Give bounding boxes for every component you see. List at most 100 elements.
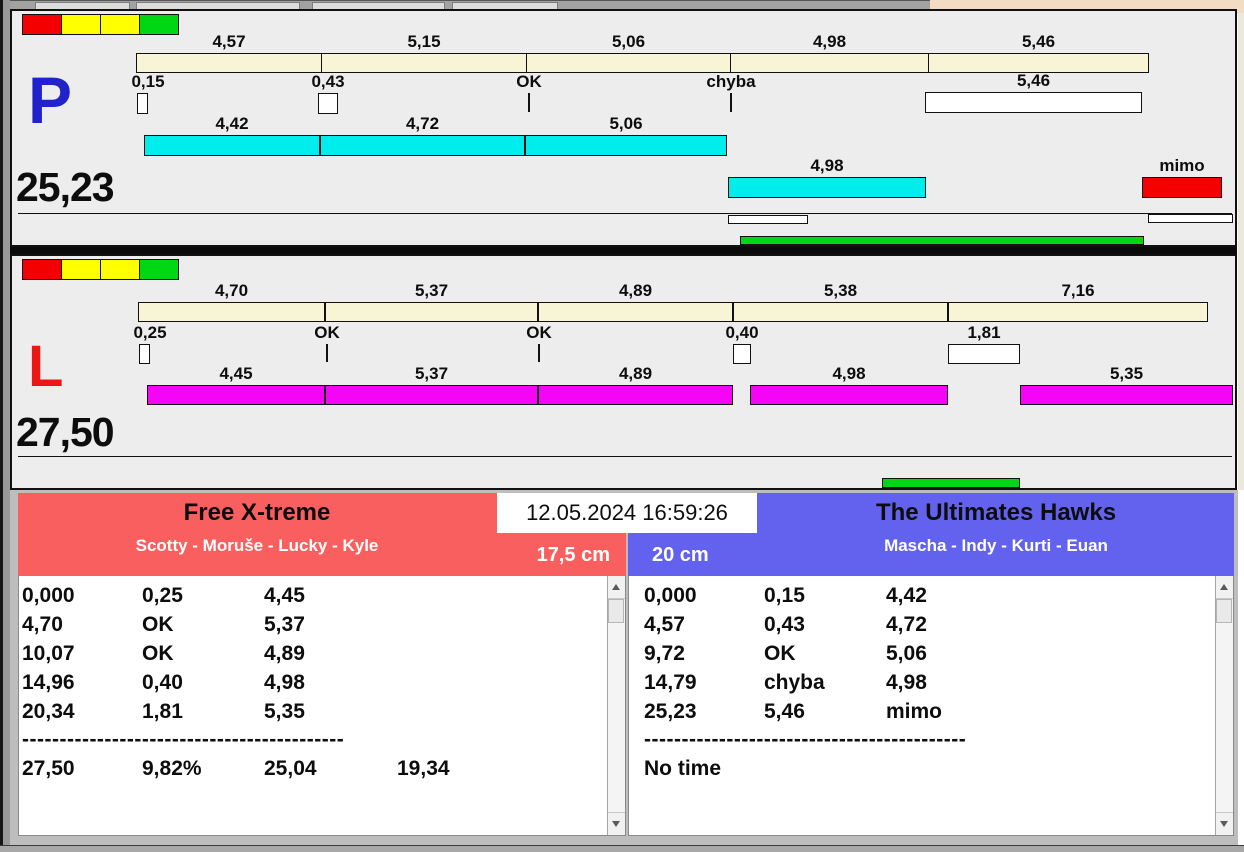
results-row[interactable]: 27,50 9,82% 25,04 19,34 bbox=[22, 754, 605, 783]
tick-mark-label: OK bbox=[516, 72, 542, 91]
results-cell: 27,50 bbox=[22, 757, 75, 780]
results-row[interactable]: 14,96 0,40 4,98 bbox=[22, 668, 605, 697]
results-cell: 0,40 bbox=[142, 671, 183, 694]
results-row[interactable]: 0,000 0,15 4,42 bbox=[644, 581, 1213, 610]
window-left-edge bbox=[0, 0, 10, 852]
results-row[interactable]: 14,79 chyba 4,98 bbox=[644, 668, 1213, 697]
dog-time-bar-label: 4,89 bbox=[618, 364, 653, 383]
results-row[interactable]: No time bbox=[644, 754, 1213, 783]
results-cell: 5,46 bbox=[764, 700, 805, 723]
teams-section: Free X-treme Scotty - Moruše - Lucky - K… bbox=[10, 490, 1238, 852]
traffic-light-cell bbox=[62, 15, 100, 34]
split-bar-segment-label: 4,70 bbox=[214, 281, 249, 300]
results-separator: ----------------------------------------… bbox=[22, 728, 345, 751]
results-row[interactable]: 0,000 0,25 4,45 bbox=[22, 581, 605, 610]
results-cell: 0,000 bbox=[22, 584, 75, 607]
results-cell: 10,07 bbox=[22, 642, 75, 665]
separator-line bbox=[18, 456, 1232, 457]
team-dogs: Scotty - Moruše - Lucky - Kyle bbox=[135, 536, 379, 555]
scrollbar[interactable] bbox=[607, 576, 625, 835]
team-name: The Ultimates Hawks bbox=[875, 499, 1117, 526]
dog-time-bar bbox=[147, 385, 325, 405]
window-right-edge bbox=[1238, 13, 1244, 490]
results-row[interactable]: 20,34 1,81 5,35 bbox=[22, 697, 605, 726]
scroll-up-button[interactable] bbox=[1216, 576, 1233, 599]
scrollbar-thumb[interactable] bbox=[1216, 599, 1232, 623]
split-bar-segment bbox=[733, 302, 948, 322]
split-bar-segment bbox=[928, 53, 1149, 73]
results-cell: OK bbox=[142, 642, 174, 665]
tick-mark-label: OK bbox=[314, 323, 340, 342]
lane-total-time: 25,23 bbox=[16, 164, 115, 210]
team-name: Free X-treme bbox=[183, 499, 331, 526]
dog-time-bar bbox=[320, 135, 525, 156]
progress-bar bbox=[740, 236, 1144, 245]
results-row[interactable]: 9,72 OK 5,06 bbox=[644, 639, 1213, 668]
penalty-box-label: 0,15 bbox=[131, 72, 165, 91]
split-bar-segment-label: 4,98 bbox=[812, 32, 847, 51]
results-cell: 1,81 bbox=[142, 700, 183, 723]
tick-mark bbox=[538, 344, 540, 362]
split-bar-segment bbox=[136, 53, 322, 73]
scroll-down-button[interactable] bbox=[1216, 812, 1233, 835]
penalty-box-label: 0,40 bbox=[725, 323, 759, 342]
results-row[interactable]: 4,70 OK 5,37 bbox=[22, 610, 605, 639]
results-cell: 19,34 bbox=[397, 757, 450, 780]
results-row[interactable]: 10,07 OK 4,89 bbox=[22, 639, 605, 668]
traffic-light-cell bbox=[101, 15, 139, 34]
lane-letter: P bbox=[28, 63, 73, 137]
dog-time-bar-label: 5,06 bbox=[609, 114, 643, 133]
results-row[interactable]: 4,57 0,43 4,72 bbox=[644, 610, 1213, 639]
penalty-box-label: 0,43 bbox=[311, 72, 345, 91]
scroll-down-button[interactable] bbox=[608, 812, 625, 835]
results-row[interactable]: 25,23 5,46 mimo bbox=[644, 697, 1213, 726]
results-cell: No time bbox=[644, 757, 722, 780]
traffic-light bbox=[22, 14, 179, 35]
scrollbar[interactable] bbox=[1215, 576, 1233, 835]
split-bar-segment bbox=[730, 53, 929, 73]
tick-mark bbox=[730, 93, 732, 112]
split-bar-segment bbox=[948, 302, 1208, 322]
results-cell: 20,34 bbox=[22, 700, 75, 723]
fault-bar bbox=[1142, 177, 1222, 198]
progress-bar bbox=[1148, 214, 1233, 223]
split-bar-segment-label: 7,16 bbox=[1061, 281, 1095, 300]
jump-height-badge: 17,5 cm bbox=[536, 544, 610, 566]
traffic-light-cell bbox=[140, 260, 178, 279]
split-bar-segment bbox=[325, 302, 538, 322]
penalty-bar-label: 5,46 bbox=[1016, 71, 1051, 90]
dog-time-bar bbox=[750, 385, 948, 405]
team-card-left: Free X-treme Scotty - Moruše - Lucky - K… bbox=[18, 493, 626, 836]
traffic-light-cell bbox=[101, 260, 139, 279]
penalty-box bbox=[733, 344, 751, 364]
results-cell: 5,35 bbox=[264, 700, 305, 723]
split-bar-segment bbox=[138, 302, 325, 322]
traffic-light-cell bbox=[23, 15, 61, 34]
results-listbox: 0,000 0,25 4,45 4,70 OK 5,37 10,07 OK 4,89 14,96 0… bbox=[18, 576, 626, 836]
traffic-light-cell bbox=[23, 260, 61, 279]
scroll-up-button[interactable] bbox=[608, 576, 625, 599]
penalty-box bbox=[139, 344, 150, 364]
separator-line bbox=[18, 213, 1232, 214]
scrollbar-thumb[interactable] bbox=[608, 599, 624, 623]
dog-time-bar bbox=[144, 135, 320, 156]
traffic-light-cell bbox=[140, 15, 178, 34]
lane-panel-P: P 25,23 4,57 5,15 5,06 4,98 5,46 0,15 0,43 OK ch… bbox=[10, 9, 1237, 247]
penalty-box bbox=[318, 93, 338, 114]
results-cell: 9,72 bbox=[644, 642, 685, 665]
penalty-bar bbox=[948, 344, 1020, 364]
results-cell: 9,82% bbox=[142, 757, 202, 780]
results-cell: 4,45 bbox=[264, 584, 305, 607]
results-separator: ----------------------------------------… bbox=[644, 728, 967, 751]
results-rows: 0,000 0,25 4,45 4,70 OK 5,37 10,07 OK 4,89 14,96 0… bbox=[22, 581, 605, 783]
dog-time-bar-label: 5,37 bbox=[414, 364, 449, 383]
datetime-display: 12.05.2024 16:59:26 bbox=[497, 493, 757, 533]
results-cell: 25,23 bbox=[644, 700, 697, 723]
results-cell: 0,25 bbox=[142, 584, 183, 607]
results-cell: mimo bbox=[886, 700, 943, 723]
results-cell: 4,42 bbox=[886, 584, 927, 607]
results-cell: 0,000 bbox=[644, 584, 697, 607]
traffic-light bbox=[22, 259, 179, 280]
dog-time-bar-label: 5,35 bbox=[1109, 364, 1144, 383]
split-bar-segment bbox=[538, 302, 733, 322]
